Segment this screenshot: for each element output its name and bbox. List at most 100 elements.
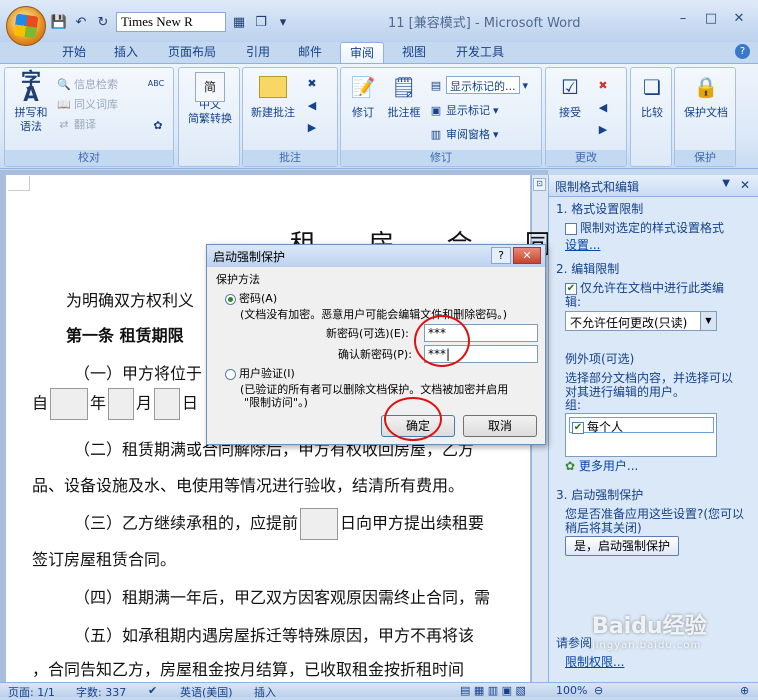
view-buttons-icon[interactable]: ▤ ▦ ▥ ▣ ▧ xyxy=(460,684,526,697)
font-name-box[interactable]: Times New R xyxy=(116,12,226,32)
tab-page-layout[interactable]: 页面布局 xyxy=(160,42,224,64)
word-count[interactable]: 字数: 337 xyxy=(76,684,126,700)
tab-insert[interactable]: 插入 xyxy=(104,42,148,64)
group-tracking: 📝 修订 🗒 批注框 ▤ 显示标记的... ▾ ▣ 显示标记 ▾ ▥ 审阅窗格 ▾ 修订 xyxy=(340,67,542,167)
editing-type-select[interactable]: 不允许任何更改(只读) ▼ xyxy=(565,311,717,331)
page-count[interactable]: 页面: 1/1 xyxy=(8,684,55,700)
reject-icon[interactable]: ✖ xyxy=(596,78,610,92)
formatting-settings-link[interactable]: 设置... xyxy=(565,238,600,252)
blank-field[interactable] xyxy=(108,388,135,420)
show-markup-button[interactable]: ▣ 显示标记 ▾ xyxy=(429,102,499,118)
blank-field[interactable] xyxy=(300,508,339,540)
blank-field[interactable] xyxy=(154,388,181,420)
start-enforcing-button[interactable]: 是，启动强制保护 xyxy=(565,536,679,556)
formatting-checkbox[interactable]: 限制对选定的样式设置格式 xyxy=(565,221,724,235)
abc-count-icon[interactable]: ABC xyxy=(148,76,164,90)
confirm-password-label: 确认新密码(P): xyxy=(338,348,412,361)
groups-list[interactable]: ✔ 每个人 xyxy=(565,413,717,457)
tab-home[interactable]: 开始 xyxy=(52,42,96,64)
track-changes-icon: 📝 xyxy=(350,75,376,99)
user-auth-desc: (已验证的所有者可以删除文档保护。文档被加密并启用 xyxy=(240,383,509,396)
pane-menu-chevron-icon[interactable]: ▼ xyxy=(722,178,730,189)
window-controls: – □ ✕ xyxy=(670,8,752,28)
list-item[interactable]: ✔ 每个人 xyxy=(569,417,714,434)
research-button[interactable]: 🔍 信息检索 xyxy=(57,76,118,92)
group-compare: ❏ 比较 xyxy=(630,67,672,167)
insert-mode[interactable]: 插入 xyxy=(254,684,276,700)
display-markup-dropdown[interactable]: ▤ 显示标记的... ▾ xyxy=(429,76,528,94)
save-icon[interactable]: 💾 xyxy=(50,13,68,31)
qat-customize-icon[interactable]: ▾ xyxy=(274,13,292,31)
reviewing-pane-button[interactable]: ▥ 审阅窗格 ▾ xyxy=(429,126,499,142)
zoom-out-icon[interactable]: ⊖ xyxy=(594,684,603,697)
exceptions-desc: 选择部分文档内容，并选择可以对其进行编辑的用户。 xyxy=(565,371,734,399)
language-status[interactable]: 英语(美国) xyxy=(180,684,233,700)
cancel-button[interactable]: 取消 xyxy=(463,415,537,437)
restrict-permission-link[interactable]: 限制权限... xyxy=(565,655,624,669)
tab-review[interactable]: 审阅 xyxy=(340,42,384,64)
translate-button[interactable]: ⇄ 翻译 xyxy=(57,116,96,132)
pane-header: 限制格式和编辑 ▼ ✕ xyxy=(549,175,758,197)
display-icon: ▤ xyxy=(430,78,442,92)
radio-icon xyxy=(225,368,236,380)
redo-icon[interactable]: ↻ xyxy=(94,13,112,31)
dialog-help-button[interactable]: ? xyxy=(491,247,511,264)
more-users-link[interactable]: ✿ 更多用户... xyxy=(565,459,638,473)
tab-view[interactable]: 视图 xyxy=(392,42,436,64)
accept-button[interactable]: ☑ 接受 xyxy=(548,72,592,120)
pane-close-icon[interactable]: ✕ xyxy=(740,178,750,192)
help-icon[interactable]: ? xyxy=(735,44,750,59)
balloons-button[interactable]: 🗒 批注框 xyxy=(383,72,425,120)
arrange-icon[interactable]: ❐ xyxy=(252,13,270,31)
groups-label: 组: xyxy=(565,398,582,412)
see-also-label: 请参阅 xyxy=(556,636,593,650)
editing-checkbox[interactable]: ✔ 仅允许在文档中进行此类编辑: xyxy=(565,281,735,309)
office-button[interactable] xyxy=(6,6,46,46)
maximize-button[interactable]: □ xyxy=(698,8,724,28)
compare-button[interactable]: ❏ 比较 xyxy=(633,72,671,120)
zoom-level[interactable]: 100% xyxy=(556,684,587,697)
user-auth-radio[interactable]: 用户验证(I) xyxy=(225,367,295,380)
chevron-down-icon: ▼ xyxy=(700,312,716,330)
quick-access-toolbar: 💾 ↶ ↻ Times New R ▦ ❐ ▾ xyxy=(50,12,292,32)
checkbox-icon xyxy=(565,222,577,235)
proofing-status-icon[interactable]: ✔ xyxy=(148,684,157,697)
group-chinese: 中文 简繁转换 简 xyxy=(178,67,240,167)
minimize-button[interactable]: – xyxy=(670,8,696,28)
spelling-grammar-button[interactable]: 字A 拼写和 语法 xyxy=(9,70,53,134)
section-formatting: 1. 格式设置限制 xyxy=(556,202,644,216)
balloons-icon: 🗒 xyxy=(391,75,417,99)
language-icon[interactable]: ✿ xyxy=(151,118,165,132)
tab-developer[interactable]: 开发工具 xyxy=(448,42,512,64)
group-label-comments: 批注 xyxy=(243,150,337,166)
dialog-close-button[interactable]: ✕ xyxy=(513,247,541,264)
prev-comment-icon[interactable]: ◀ xyxy=(305,98,319,112)
thesaurus-button[interactable]: 📖 同义词库 xyxy=(57,96,118,112)
tab-mailings[interactable]: 邮件 xyxy=(288,42,332,64)
blank-field[interactable] xyxy=(50,388,89,420)
ruler-toggle-icon[interactable]: ⊡ xyxy=(533,178,546,191)
doc-line: ，合同告知乙方，房屋租金按月结算，已收取租金按折租时间 xyxy=(32,660,465,679)
group-label-proofing: 校对 xyxy=(5,150,173,166)
password-radio[interactable]: 密码(A) xyxy=(225,292,277,305)
track-changes-button[interactable]: 📝 修订 xyxy=(343,72,383,120)
group-label-tracking: 修订 xyxy=(341,150,541,166)
undo-icon[interactable]: ↶ xyxy=(72,13,90,31)
delete-comment-icon[interactable]: ✖ xyxy=(305,76,319,90)
group-comments: 新建批注 ✖ ◀ ▶ 批注 xyxy=(242,67,338,167)
previous-change-icon[interactable]: ◀ xyxy=(596,100,610,114)
tab-references[interactable]: 引用 xyxy=(236,42,280,64)
exceptions-label: 例外项(可选) xyxy=(565,352,635,366)
reviewing-pane-icon: ▥ xyxy=(430,127,442,141)
protect-document-button[interactable]: 🔒 保护文档 xyxy=(677,72,735,120)
zoom-in-icon[interactable]: ⊕ xyxy=(740,684,749,697)
group-label-protect: 保护 xyxy=(675,150,735,166)
close-window-button[interactable]: ✕ xyxy=(726,8,752,28)
table-icon[interactable]: ▦ xyxy=(230,13,248,31)
next-change-icon[interactable]: ▶ xyxy=(596,122,610,136)
new-comment-button[interactable]: 新建批注 xyxy=(245,72,301,120)
doc-line-date: 自年月日 xyxy=(32,388,198,420)
next-comment-icon[interactable]: ▶ xyxy=(305,120,319,134)
radio-selected-icon xyxy=(225,293,236,305)
highlight-ring-password xyxy=(414,315,470,367)
